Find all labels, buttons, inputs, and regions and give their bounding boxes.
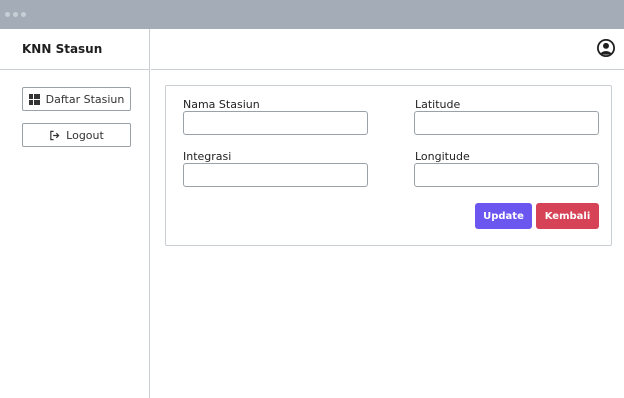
logout-label: Logout bbox=[66, 128, 104, 142]
latitude-label: Latitude bbox=[415, 98, 461, 111]
top-header bbox=[151, 29, 624, 70]
close-window-dot[interactable] bbox=[5, 12, 10, 17]
longitude-label: Longitude bbox=[415, 150, 470, 163]
integrasi-label: Integrasi bbox=[183, 150, 232, 163]
sidebar: KNN Stasun Daftar Stasiun Logout bbox=[0, 29, 150, 398]
logout-icon bbox=[50, 130, 60, 140]
integrasi-input[interactable] bbox=[183, 163, 368, 187]
maximize-window-dot[interactable] bbox=[21, 12, 26, 17]
window-titlebar bbox=[0, 0, 624, 29]
window-controls bbox=[5, 12, 26, 17]
dashboard-icon bbox=[28, 93, 40, 105]
logout-button[interactable]: Logout bbox=[22, 123, 131, 147]
minimize-window-dot[interactable] bbox=[13, 12, 18, 17]
update-button[interactable]: Update bbox=[475, 203, 532, 229]
latitude-input[interactable] bbox=[414, 111, 599, 135]
sidebar-item-daftar-stasiun[interactable]: Daftar Stasiun bbox=[22, 87, 131, 111]
user-circle-icon[interactable] bbox=[597, 39, 615, 57]
nama-stasiun-input[interactable] bbox=[183, 111, 368, 135]
brand-title: KNN Stasun bbox=[0, 29, 149, 70]
app-window: KNN Stasun Daftar Stasiun Logout Nama St… bbox=[0, 0, 624, 398]
sidebar-item-label: Daftar Stasiun bbox=[45, 92, 125, 106]
kembali-button[interactable]: Kembali bbox=[536, 203, 599, 229]
nama-stasiun-label: Nama Stasiun bbox=[183, 98, 260, 111]
longitude-input[interactable] bbox=[414, 163, 599, 187]
edit-station-form: Nama Stasiun Latitude Integrasi Longitud… bbox=[165, 85, 612, 246]
